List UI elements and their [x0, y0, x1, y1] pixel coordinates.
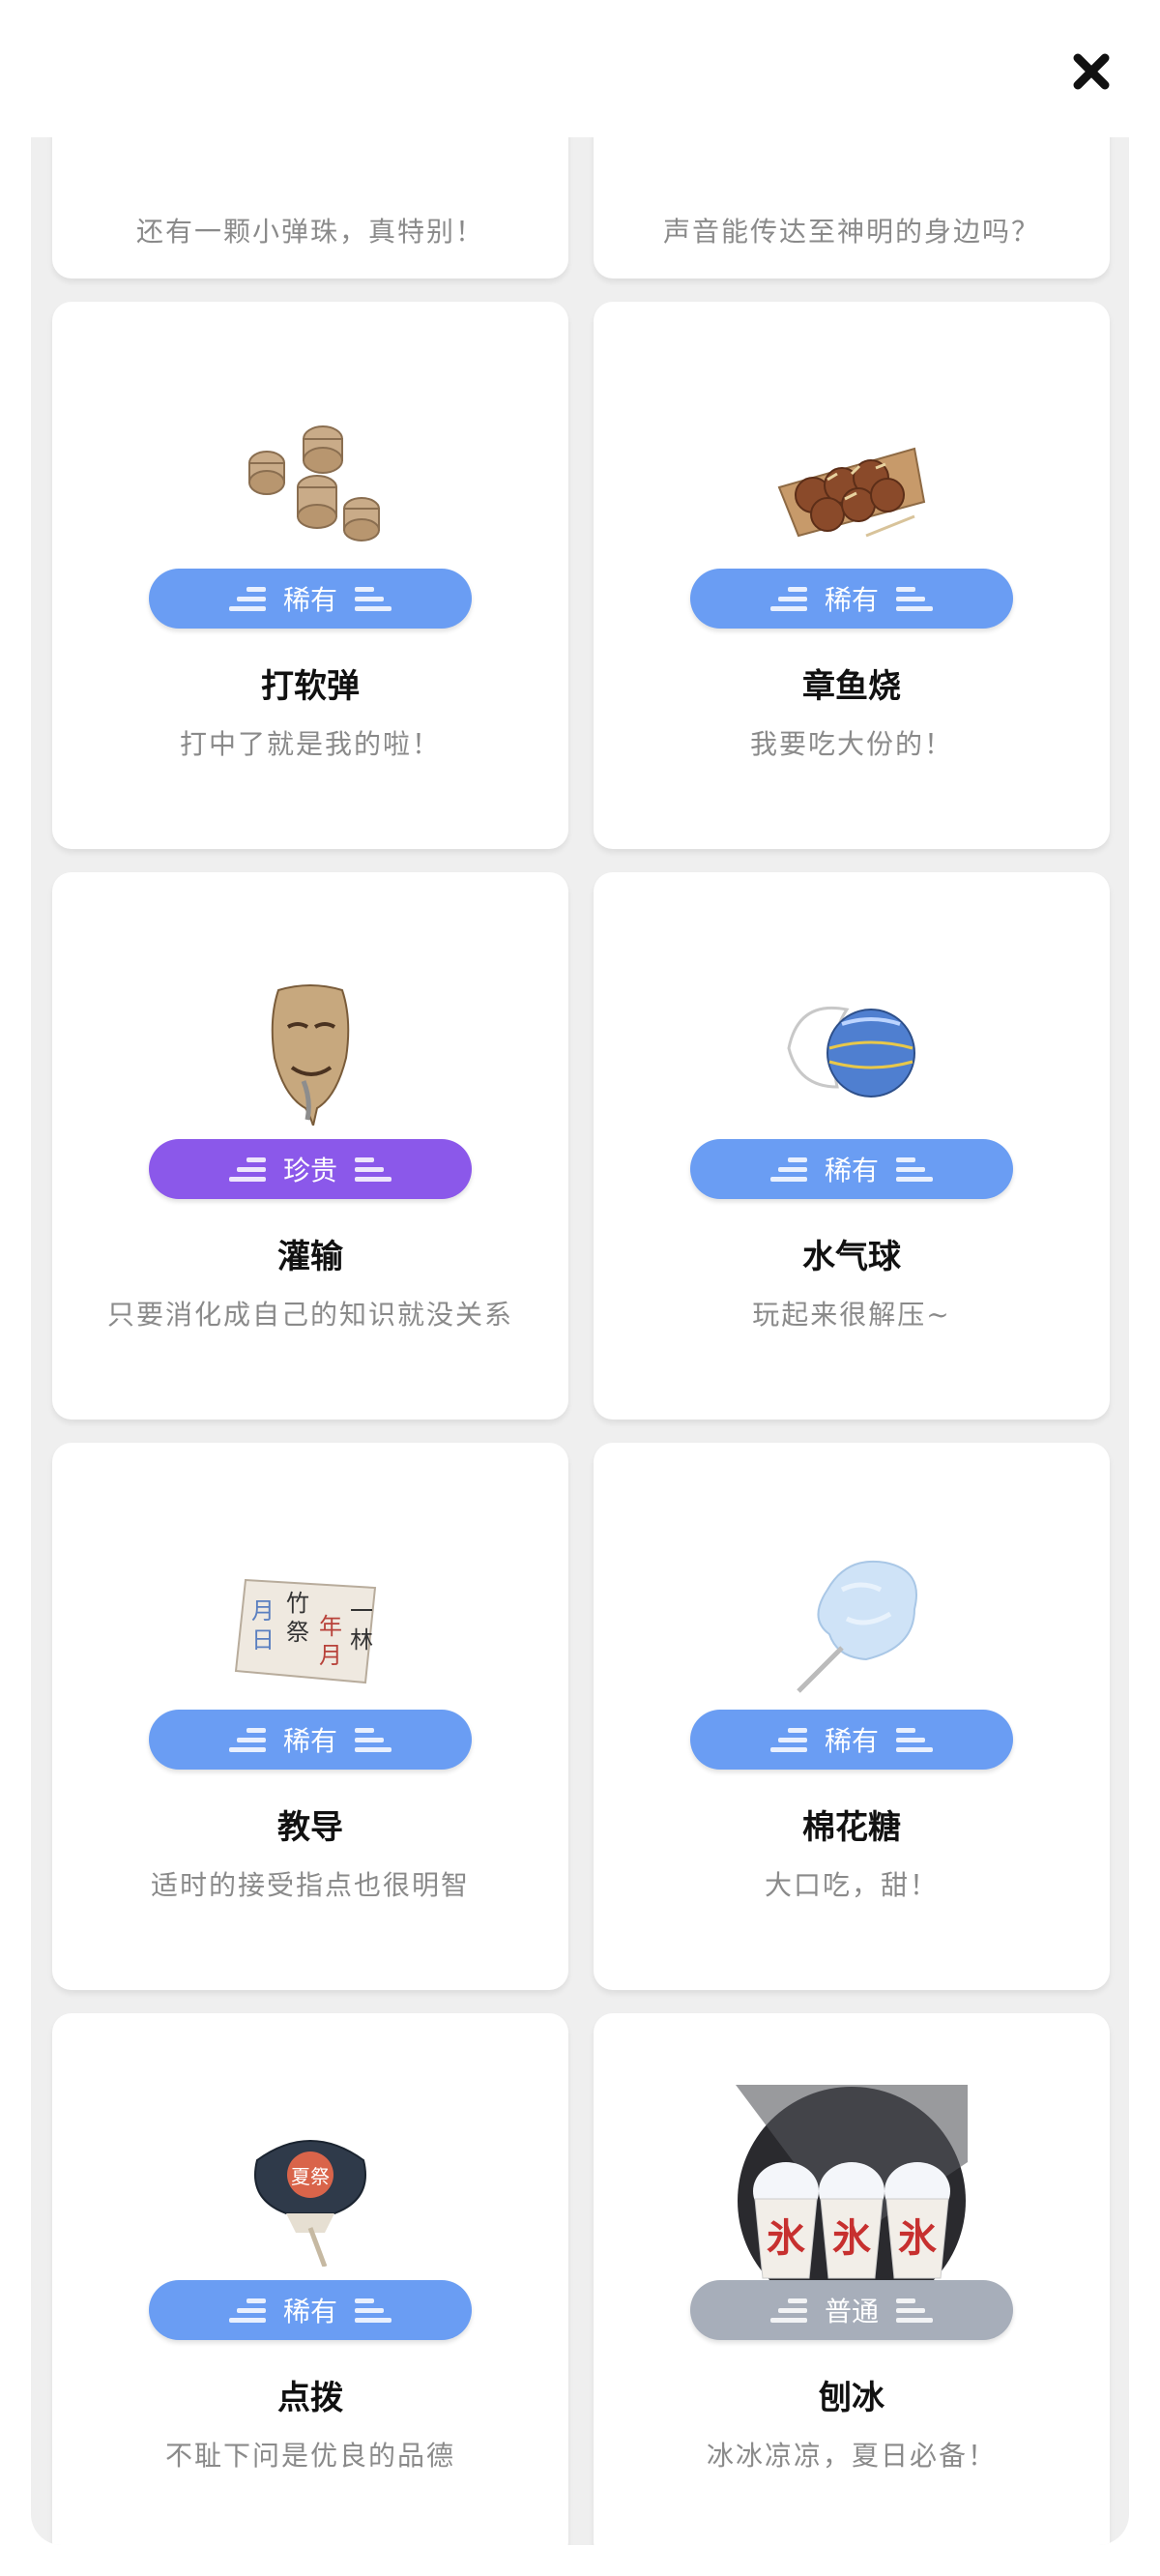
svg-text:林: 林 — [350, 1626, 373, 1654]
rarity-badge: 珍贵 — [149, 1139, 472, 1199]
calligraphy-paper-icon: 月 日 竹 祭 年 月 一 林 — [228, 1551, 392, 1696]
rarity-badge: 稀有 — [149, 1710, 472, 1770]
svg-text:月: 月 — [319, 1642, 342, 1669]
close-icon — [1073, 53, 1110, 90]
fan-text: 夏祭 — [291, 2165, 330, 2188]
rarity-label: 稀有 — [824, 584, 879, 616]
badge-decoration — [896, 1156, 933, 1182]
rarity-label: 珍贵 — [282, 1155, 337, 1186]
rarity-badge: 普通 — [690, 2280, 1013, 2340]
item-description: 声音能传达至神明的身边吗？ — [662, 216, 1040, 248]
rarity-label: 稀有 — [824, 1155, 879, 1186]
water-balloon-icon — [769, 981, 934, 1126]
item-description: 玩起来很解压~ — [752, 1299, 951, 1331]
badge-decoration — [769, 2298, 807, 2323]
rarity-label: 稀有 — [282, 1725, 337, 1757]
item-card-noh-mask[interactable]: 珍贵 灌输 只要消化成自己的知识就没关系 — [52, 872, 568, 1420]
item-description: 不耻下问是优良的品德 — [164, 2440, 455, 2472]
rarity-badge: 稀有 — [149, 569, 472, 629]
svg-text:氷: 氷 — [767, 2215, 805, 2261]
item-name: 章鱼烧 — [802, 667, 901, 706]
cotton-candy-icon — [769, 1551, 934, 1696]
rarity-label: 稀有 — [282, 584, 337, 616]
item-grid: 还有一颗小弹珠，真特别！ 声音能传达至神明的身边吗？ 稀有 打软弹 打中了就是我… — [52, 137, 1110, 2545]
item-name: 打软弹 — [261, 667, 360, 706]
svg-text:竹: 竹 — [286, 1590, 309, 1617]
svg-text:氷: 氷 — [832, 2215, 871, 2261]
item-name: 点拨 — [277, 2379, 343, 2417]
rarity-badge: 稀有 — [149, 2280, 472, 2340]
svg-text:年: 年 — [319, 1613, 342, 1640]
svg-text:一: 一 — [350, 1597, 373, 1625]
item-description: 冰冰凉凉，夏日必备！ — [706, 2440, 997, 2472]
badge-decoration — [896, 1727, 933, 1752]
item-card-shaved-ice[interactable]: 氷 氷 氷 普通 刨冰 冰冰凉凉，夏日必备！ — [594, 2013, 1110, 2545]
rarity-label: 普通 — [824, 2296, 879, 2327]
badge-decoration — [228, 2298, 266, 2323]
item-description: 还有一颗小弹珠，真特别！ — [135, 216, 484, 248]
rarity-label: 稀有 — [824, 1725, 879, 1757]
item-name: 棉花糖 — [802, 1808, 901, 1847]
cork-pellets-icon — [228, 410, 392, 555]
item-description: 我要吃大份的！ — [749, 728, 953, 760]
close-button[interactable] — [1068, 48, 1115, 95]
hand-fan-icon: 夏祭 — [228, 2122, 392, 2267]
takoyaki-icon — [769, 410, 934, 555]
badge-decoration — [896, 2298, 933, 2323]
badge-decoration — [228, 1156, 266, 1182]
item-card-cotton-candy[interactable]: 稀有 棉花糖 大口吃，甜！ — [594, 1443, 1110, 1990]
item-list[interactable]: 还有一颗小弹珠，真特别！ 声音能传达至神明的身边吗？ 稀有 打软弹 打中了就是我… — [31, 137, 1129, 2545]
svg-text:日: 日 — [251, 1626, 275, 1654]
badge-decoration — [896, 586, 933, 611]
item-description: 大口吃，甜！ — [764, 1869, 939, 1901]
item-name: 灌输 — [277, 1238, 343, 1276]
item-description: 打中了就是我的啦！ — [179, 728, 441, 760]
item-card-hand-fan[interactable]: 夏祭 稀有 点拨 不耻下问是优良的品德 — [52, 2013, 568, 2545]
rarity-badge: 稀有 — [690, 1139, 1013, 1199]
badge-decoration — [355, 2298, 392, 2323]
badge-decoration — [355, 1727, 392, 1752]
item-card-cork-pellets[interactable]: 稀有 打软弹 打中了就是我的啦！ — [52, 302, 568, 849]
item-description: 只要消化成自己的知识就没关系 — [106, 1299, 513, 1331]
badge-decoration — [228, 586, 266, 611]
badge-decoration — [355, 1156, 392, 1182]
rarity-badge: 稀有 — [690, 569, 1013, 629]
badge-decoration — [769, 586, 807, 611]
paper-char-col1: 月 — [251, 1597, 275, 1625]
item-name: 刨冰 — [819, 2379, 884, 2417]
top-bar — [0, 0, 1160, 137]
item-description: 适时的接受指点也很明智 — [150, 1869, 470, 1901]
item-card-takoyaki[interactable]: 稀有 章鱼烧 我要吃大份的！ — [594, 302, 1110, 849]
badge-decoration — [355, 586, 392, 611]
rarity-badge: 稀有 — [690, 1710, 1013, 1770]
svg-text:祭: 祭 — [286, 1619, 309, 1646]
ice-cup-text: 氷 — [898, 2215, 937, 2261]
item-card[interactable]: 还有一颗小弹珠，真特别！ — [52, 137, 568, 278]
item-card-water-balloon[interactable]: 稀有 水气球 玩起来很解压~ — [594, 872, 1110, 1420]
item-name: 水气球 — [802, 1238, 901, 1276]
rarity-label: 稀有 — [282, 2296, 337, 2327]
item-card-calligraphy[interactable]: 月 日 竹 祭 年 月 一 林 稀有 教导 适时的接受指点也很明智 — [52, 1443, 568, 1990]
badge-decoration — [769, 1156, 807, 1182]
noh-mask-icon — [228, 981, 392, 1126]
item-name: 教导 — [277, 1808, 343, 1847]
item-card[interactable]: 声音能传达至神明的身边吗？ — [594, 137, 1110, 278]
badge-decoration — [769, 1727, 807, 1752]
badge-decoration — [228, 1727, 266, 1752]
